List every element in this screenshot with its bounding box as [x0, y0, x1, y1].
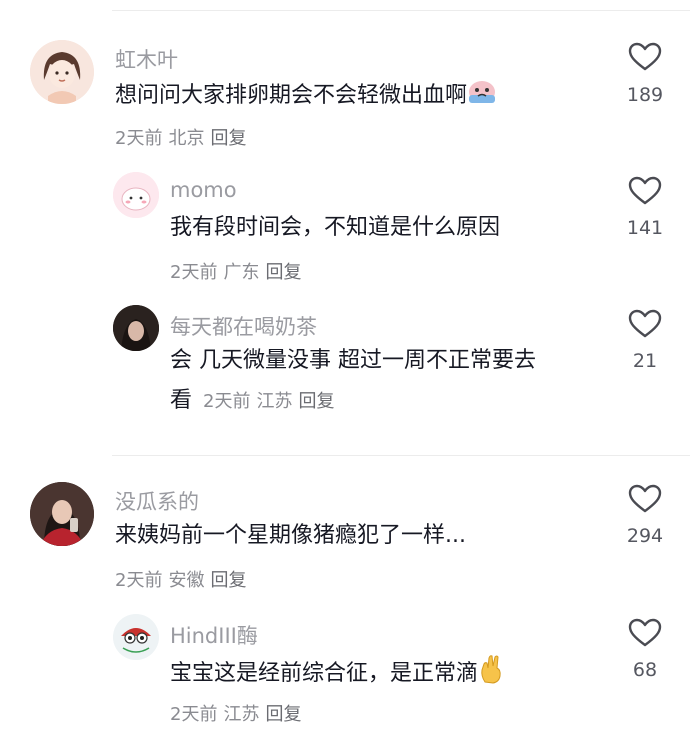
heart-icon[interactable]	[628, 309, 662, 339]
like-count: 189	[626, 84, 664, 106]
comment-text-continued: 看 2天前 江苏 回复	[170, 385, 340, 418]
reply-button[interactable]: 回复	[298, 391, 334, 412]
heart-icon[interactable]	[628, 484, 662, 514]
avatar[interactable]	[113, 305, 159, 351]
comment-author[interactable]: 虹木叶	[115, 44, 178, 74]
comment-meta: 2天前 安徽 回复	[115, 566, 252, 592]
like-count: 68	[632, 659, 658, 681]
comment-text: 我有段时间会，不知道是什么原因	[170, 215, 501, 240]
reply-button[interactable]: 回复	[210, 570, 246, 591]
divider	[112, 10, 690, 11]
comment-time: 2天前	[115, 570, 163, 591]
comment-time: 2天前	[203, 391, 251, 412]
comment-text-content: 宝宝这是经前综合征，是正常滴	[170, 661, 479, 686]
avatar[interactable]	[30, 40, 94, 104]
avatar-photo-icon	[30, 482, 94, 546]
comment-location: 广东	[223, 262, 260, 283]
reply-button[interactable]: 回复	[265, 704, 301, 725]
comment-author[interactable]: momo	[170, 178, 237, 202]
comment-text-content: 看	[170, 388, 193, 413]
comment-location: 江苏	[256, 391, 293, 412]
comment-time: 2天前	[170, 704, 218, 725]
avatar[interactable]	[30, 482, 94, 546]
comment-time: 2天前	[115, 128, 163, 149]
like-count: 294	[626, 525, 664, 547]
comment-author[interactable]: 每天都在喝奶茶	[170, 311, 317, 341]
avatar[interactable]	[113, 172, 159, 218]
heart-icon[interactable]	[628, 176, 662, 206]
fingers-crossed-icon	[478, 654, 504, 694]
comment-text: 会 几天微量没事 超过一周不正常要去	[170, 348, 536, 373]
comment-meta: 2天前 江苏 回复	[170, 700, 307, 726]
crying-face-icon	[467, 78, 497, 114]
comment-meta: 2天前 江苏 回复	[203, 391, 340, 412]
avatar-illustration-icon	[30, 40, 94, 104]
reply-button[interactable]: 回复	[210, 128, 246, 149]
comment-meta: 2天前 北京 回复	[115, 124, 252, 150]
comment-text-content: 想问问大家排卵期会不会轻微出血啊	[115, 83, 468, 108]
comment-text: 宝宝这是经前综合征，是正常滴	[170, 654, 504, 694]
heart-icon[interactable]	[628, 42, 662, 72]
comment-meta: 2天前 广东 回复	[170, 258, 307, 284]
comment-location: 江苏	[223, 704, 260, 725]
like-count: 141	[626, 217, 664, 239]
avatar[interactable]	[113, 614, 159, 660]
comment-text: 想问问大家排卵期会不会轻微出血啊	[115, 78, 497, 114]
comment-location: 北京	[168, 128, 205, 149]
divider	[112, 455, 690, 456]
comment-author[interactable]: HindIII酶	[170, 620, 258, 650]
reply-button[interactable]: 回复	[265, 262, 301, 283]
comment-text: 来姨妈前一个星期像猪瘾犯了一样...	[115, 523, 466, 548]
heart-icon[interactable]	[628, 618, 662, 648]
comment-time: 2天前	[170, 262, 218, 283]
comment-author[interactable]: 没瓜系的	[115, 486, 199, 516]
avatar-photo-icon	[113, 305, 159, 351]
avatar-illustration-icon	[113, 614, 159, 660]
comment-location: 安徽	[168, 570, 205, 591]
like-count: 21	[632, 350, 658, 372]
avatar-illustration-icon	[113, 172, 159, 218]
